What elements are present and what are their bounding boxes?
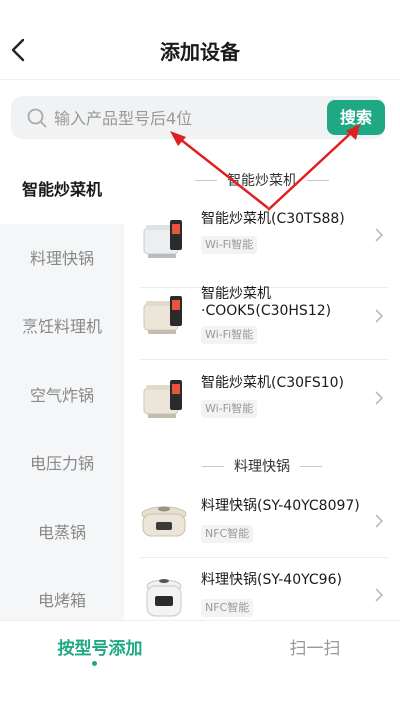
active-tab-indicator [92, 661, 97, 666]
divider [195, 179, 217, 181]
divider [140, 557, 388, 558]
stir-fry-machine-icon [143, 220, 182, 258]
connectivity-badge: Wi-Fi智能 [201, 400, 258, 418]
product-name-line: ·COOK5(C30HS12) [201, 303, 332, 319]
section-title: 智能炒菜机 [227, 173, 297, 189]
product-name: 智能炒菜机(C30FS10) [201, 375, 345, 391]
search-input[interactable] [54, 104, 284, 132]
divider [202, 465, 224, 467]
tab-scan[interactable]: 扫一扫 [215, 621, 400, 681]
top-app-bar: 添加设备 [0, 0, 400, 80]
chevron-right-icon [375, 514, 384, 528]
stir-fry-machine-icon [143, 380, 182, 418]
search-icon [27, 108, 47, 128]
search-button[interactable]: 搜索 [327, 100, 385, 135]
stir-fry-machine-icon [143, 296, 182, 334]
section-header: 智能炒菜机 [124, 168, 400, 192]
pressure-cooker-icon [146, 579, 182, 617]
bottom-tab-bar: 按型号添加 扫一扫 [0, 620, 400, 718]
connectivity-badge: Wi-Fi智能 [201, 326, 258, 344]
list-item[interactable]: 智能炒菜机(C30FS10) Wi-Fi智能 [124, 360, 400, 448]
sidebar-item-cooking-machine[interactable]: 烹饪料理机 [0, 293, 124, 361]
tab-add-by-model[interactable]: 按型号添加 [0, 621, 200, 681]
category-sidebar: 智能炒菜机 料理快锅 烹饪料理机 空气炸锅 电压力锅 电蒸锅 电烤箱 [0, 156, 124, 620]
list-item[interactable]: 料理快锅(SY-40YC96) NFC智能 [124, 560, 400, 620]
section-header: 料理快锅 [124, 454, 400, 478]
divider [300, 465, 322, 467]
sidebar-item-quick-cooker[interactable]: 料理快锅 [0, 225, 124, 293]
chevron-right-icon [375, 588, 384, 602]
product-name: 智能炒菜机(C30TS88) [201, 211, 345, 227]
connectivity-badge: NFC智能 [201, 525, 254, 543]
sidebar-item-steamer[interactable]: 电蒸锅 [0, 499, 124, 567]
product-name: 料理快锅(SY-40YC8097) [201, 498, 360, 514]
divider [307, 179, 329, 181]
product-name-line: 智能炒菜机 [201, 286, 271, 302]
sidebar-item-air-fryer[interactable]: 空气炸锅 [0, 362, 124, 430]
sidebar-item-pressure-cooker[interactable]: 电压力锅 [0, 430, 124, 498]
pressure-cooker-icon [141, 506, 187, 537]
page-title: 添加设备 [160, 40, 240, 64]
connectivity-badge: NFC智能 [201, 599, 254, 617]
chevron-right-icon [375, 391, 384, 405]
product-name: 智能炒菜机 ·COOK5(C30HS12) [201, 286, 371, 320]
chevron-right-icon [375, 228, 384, 242]
chevron-right-icon [375, 309, 384, 323]
product-name: 料理快锅(SY-40YC96) [201, 572, 342, 588]
product-list[interactable]: 智能炒菜机 智能炒菜机(C30TS88) Wi-Fi智能 智能炒菜机 ·COOK… [124, 156, 400, 620]
section-title: 料理快锅 [234, 459, 290, 475]
connectivity-badge: Wi-Fi智能 [201, 236, 258, 254]
sidebar-item-stir-fry-machine[interactable]: 智能炒菜机 [0, 156, 124, 224]
list-item[interactable]: 智能炒菜机 ·COOK5(C30HS12) Wi-Fi智能 [124, 270, 400, 360]
